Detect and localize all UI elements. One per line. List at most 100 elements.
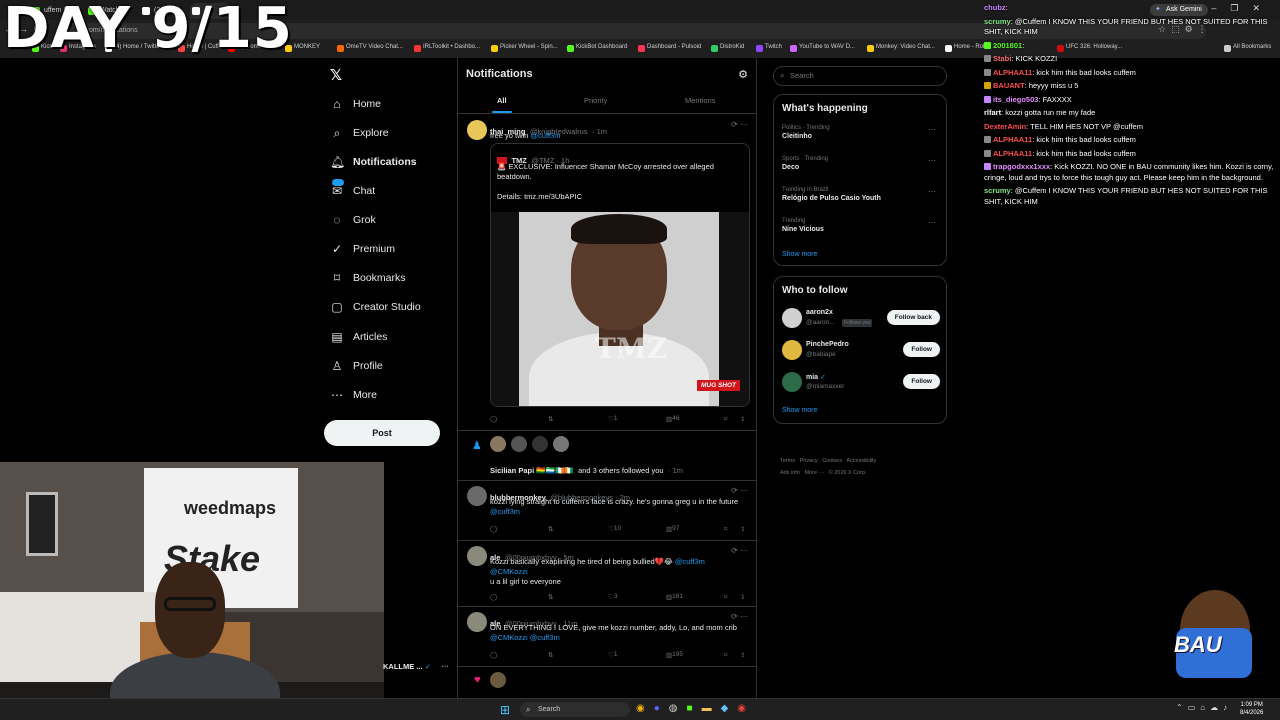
mention-link[interactable]: @cuff3m [490,507,520,516]
mention-notification[interactable]: blubbermonkey @blubbermonkeys · 2m ⟳ ⋯ k… [458,481,756,541]
avatar[interactable] [467,612,487,632]
footer-link[interactable]: Terms [780,458,795,464]
more-options-icon[interactable]: ⟳ ⋯ [731,486,748,495]
views-count[interactable]: ▥ 46 [666,415,679,423]
reply-icon[interactable]: ◯ [490,415,497,423]
trend-item[interactable]: Politics · Trending Cleitinho ⋯ [782,125,940,140]
follow-suggestion[interactable]: mia ✓ @miamaxxer Follow [780,371,942,395]
notification-item[interactable]: thai_ming @knightedwalrus · 1m ⟳ ⋯ free … [458,115,756,431]
footer-link[interactable]: More ··· [804,470,824,476]
bookmark-pulsoid[interactable]: Dashboard - Pulsoid [638,44,701,52]
taskbar-search-input[interactable]: Search [520,702,630,717]
quoted-post[interactable]: TMZ @TMZ · 1h 🚨 EXCLUSIVE: Influencer Sh… [490,143,750,407]
footer-link[interactable]: Ads info [780,470,800,476]
share-icon[interactable]: ⇪ [740,651,745,659]
tab-priority[interactable]: Priority [584,96,607,105]
follow-suggestion[interactable]: aaron2x @aaron... Follows you Follow bac… [780,307,942,331]
discord-icon[interactable]: ● [654,703,669,714]
follow-back-button[interactable]: Follow back [886,310,940,325]
mugshot-image[interactable]: TMZ [519,212,719,406]
steam-icon[interactable]: ◆ [721,703,738,714]
more-options-icon[interactable]: ⟳ ⋯ [731,546,748,555]
trend-item[interactable]: Trending in Brazil Relógio de Pulso Casio… [782,187,940,202]
avatar[interactable] [490,672,506,688]
repost-icon[interactable]: ⇅ [548,525,553,533]
like-button[interactable]: ♡ 10 [608,525,621,533]
avatar[interactable] [490,436,506,452]
like-button[interactable]: ♡ 1 [608,415,617,423]
bookmark-irltoolkit[interactable]: IRLToolkit • Dashbo... [414,44,480,52]
avatar[interactable] [782,308,802,328]
more-options-icon[interactable]: ⋯ [441,662,449,671]
taskbar-app-icons[interactable]: ◉●◍■▬◆◉ [636,703,755,714]
settings-gear-icon[interactable]: ⚙ [738,68,748,81]
follow-button[interactable]: Follow [903,342,940,357]
bookmark-post-icon[interactable]: ⌑ [724,415,727,423]
avatar[interactable] [553,436,569,452]
avatar[interactable] [467,546,487,566]
bookmark-picker-wheel[interactable]: Picker Wheel - Spin... [491,44,558,52]
follow-suggestion[interactable]: PinchePedro @babiape Follow [780,339,942,363]
x-logo-icon[interactable]: 𝕏 [330,66,342,84]
footer-link[interactable]: Cookies [822,458,842,464]
show-more-link[interactable]: Show more [782,251,817,258]
more-options-icon[interactable]: ⋯ [928,125,936,134]
clock[interactable]: 1:09 PM 8/4/2026 [1240,701,1263,717]
chrome-icon[interactable]: ◉ [636,703,654,714]
views-count[interactable]: ▥ 97 [666,525,679,533]
start-menu-icon[interactable]: ⊞ [500,703,510,717]
system-tray[interactable]: ⌃▭⌂☁♪ [1176,703,1232,712]
bookmark-post-icon[interactable]: ⌑ [724,593,727,601]
mention-link[interactable]: @CMKozzi @cuff3m [490,633,560,642]
bookmark-kickbot[interactable]: KickBot Dashboard [567,44,627,52]
repost-icon[interactable]: ⇅ [548,651,553,659]
more-options-icon[interactable]: ⟳ ⋯ [731,612,748,621]
avatar[interactable] [782,340,802,360]
views-count[interactable]: ▥ 195 [666,651,683,659]
bookmark-monkey-video[interactable]: Monkey: Video Chat... [867,44,935,52]
footer-link[interactable]: Privacy [800,458,818,464]
post-button[interactable]: Post [324,420,440,446]
quoted-link[interactable]: Details: tmz.me/3UbAPIC [497,192,582,202]
bookmark-home-rob[interactable]: Home - Rob [945,44,986,52]
chrome-icon[interactable]: ◉ [737,703,755,714]
share-icon[interactable]: ⇪ [740,415,745,423]
repost-icon[interactable]: ⇅ [548,593,553,601]
share-icon[interactable]: ⇪ [740,593,745,601]
bookmark-post-icon[interactable]: ⌑ [724,651,727,659]
avatar[interactable] [467,120,487,140]
app-icon[interactable]: ◍ [669,703,687,714]
more-options-icon[interactable]: ⋯ [928,156,936,165]
show-more-link[interactable]: Show more [782,407,817,414]
follow-button[interactable]: Follow [903,374,940,389]
like-button[interactable]: ♡ 1 [608,651,617,659]
avatar[interactable] [782,372,802,392]
avatar[interactable] [511,436,527,452]
kick-icon[interactable]: ■ [687,703,702,714]
share-icon[interactable]: ⇪ [740,525,745,533]
follower-names[interactable]: Sicilian Papi 🇧🇴🇸🇱🇮🇪🇨🇮 [490,466,574,475]
tab-all[interactable]: All [497,96,507,105]
bookmark-ometv[interactable]: OmeTV Video Chat... [337,44,403,52]
like-button[interactable]: ♡ 3 [608,593,617,601]
search-input[interactable]: Search [773,66,947,86]
folder-icon[interactable]: ▬ [702,703,721,714]
reply-icon[interactable]: ◯ [490,525,497,533]
mention-notification[interactable]: ale @00piumbxbyy · 11m ⟳ ⋯ ON EVERYTHING… [458,607,756,667]
repost-icon[interactable]: ⇅ [548,415,553,423]
mention-link[interactable]: @cuff3m [530,131,560,140]
avatar[interactable] [467,486,487,506]
footer-link[interactable]: Accessibility [846,458,876,464]
bookmark-distrokid[interactable]: DistroKid [711,44,744,52]
reply-icon[interactable]: ◯ [490,593,497,601]
tab-mentions[interactable]: Mentions [685,96,715,105]
views-count[interactable]: ▥ 161 [666,593,683,601]
more-options-icon[interactable]: ⟳ ⋯ [731,120,748,129]
avatar[interactable] [532,436,548,452]
mention-notification[interactable]: ale @00piumbxbyy · 5m ⟳ ⋯ Kozzi basicall… [458,541,756,607]
more-options-icon[interactable]: ⋯ [928,218,936,227]
trend-item[interactable]: Trending Nine Vicious ⋯ [782,218,940,233]
bookmark-post-icon[interactable]: ⌑ [724,525,727,533]
account-switcher-name[interactable]: KALLME ... ✓ ⋯ [383,662,449,671]
bookmark-twitch[interactable]: Twitch [756,44,782,52]
